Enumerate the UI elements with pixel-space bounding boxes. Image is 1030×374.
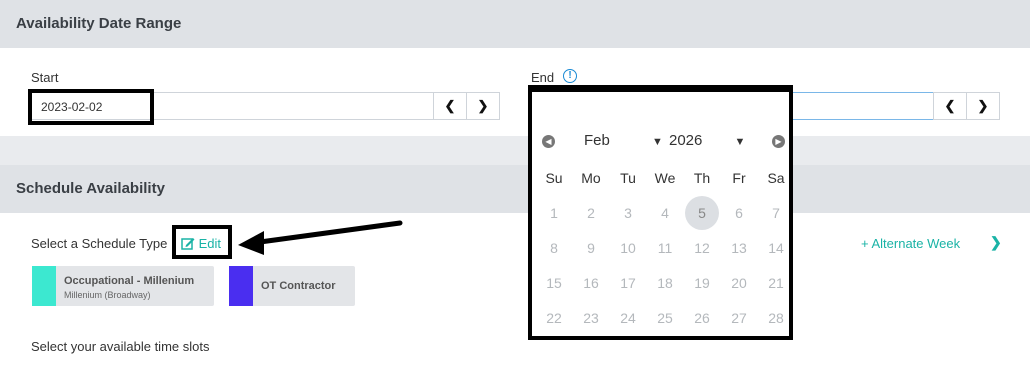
chevron-right-icon: ❯ <box>477 98 489 113</box>
type-color-swatch <box>229 266 253 306</box>
chevron-left-icon: ❮ <box>444 98 456 113</box>
calendar-day[interactable]: 14 <box>759 231 793 265</box>
dow-label: Mo <box>581 170 601 186</box>
calendar-day[interactable]: 9 <box>574 231 608 265</box>
end-prev-button[interactable]: ❮ <box>933 92 967 120</box>
chevron-left-icon: ❮ <box>944 98 956 113</box>
calendar-day[interactable]: 10 <box>611 231 645 265</box>
next-month-icon[interactable]: ▶ <box>772 135 785 148</box>
month-select[interactable]: Feb ▼ <box>584 132 663 149</box>
edit-link[interactable]: Edit <box>181 236 221 251</box>
schedule-type-card-occupational[interactable]: Occupational - Millenium Millenium (Broa… <box>32 266 214 306</box>
start-prev-button[interactable]: ❮ <box>433 92 467 120</box>
time-slots-label: Select your available time slots <box>31 339 210 354</box>
calendar-day[interactable]: 13 <box>722 231 756 265</box>
dow-label: Su <box>545 170 563 186</box>
date-range-header: Availability Date Range <box>0 0 1030 48</box>
calendar-day-today[interactable]: 5 <box>685 196 719 230</box>
calendar-day[interactable]: 26 <box>685 301 719 335</box>
date-range-panel: Start 2023-02-02 ❮ ❯ End ! ❮ ❯ <box>0 48 1030 136</box>
calendar-day[interactable]: 22 <box>537 301 571 335</box>
calendar-day[interactable]: 17 <box>611 266 645 300</box>
calendar-header: ◀ Feb ▼ 2026 ▼ ▶ <box>532 122 789 154</box>
start-label: Start <box>31 70 59 85</box>
chevron-down-icon: ▼ <box>652 136 663 148</box>
prev-month-icon[interactable]: ◀ <box>542 135 555 148</box>
year-select[interactable]: 2026 ▼ <box>669 132 745 149</box>
start-next-button[interactable]: ❯ <box>466 92 500 120</box>
schedule-panel: Select a Schedule Type Edit Occupational… <box>0 213 1030 374</box>
dow-label: Sa <box>767 170 785 186</box>
alternate-week-link[interactable]: + Alternate Week <box>861 236 960 251</box>
calendar-day[interactable]: 21 <box>759 266 793 300</box>
calendar-day[interactable]: 7 <box>759 196 793 230</box>
date-picker-popup: ◀ Feb ▼ 2026 ▼ ▶ Su Mo Tu We Th Fr Sa 1 … <box>528 88 793 340</box>
schedule-header: Schedule Availability <box>0 165 1030 213</box>
calendar-day[interactable]: 27 <box>722 301 756 335</box>
type-name: Occupational - Millenium <box>64 275 195 287</box>
chevron-right-icon: ❯ <box>977 98 989 113</box>
calendar-day[interactable]: 15 <box>537 266 571 300</box>
calendar-day[interactable]: 28 <box>759 301 793 335</box>
annotation-arrow-icon <box>238 220 403 255</box>
calendar-day[interactable]: 16 <box>574 266 608 300</box>
calendar-day[interactable]: 25 <box>648 301 682 335</box>
date-range-title: Availability Date Range <box>16 15 182 32</box>
calendar-day[interactable]: 3 <box>611 196 645 230</box>
type-color-swatch <box>32 266 56 306</box>
end-label: End <box>531 70 555 85</box>
dow-label: Fr <box>732 170 746 186</box>
calendar-day[interactable]: 19 <box>685 266 719 300</box>
calendar-day[interactable]: 20 <box>722 266 756 300</box>
calendar-day[interactable]: 4 <box>648 196 682 230</box>
chevron-right-icon[interactable]: ❯ <box>990 234 1002 251</box>
edit-icon <box>181 238 195 250</box>
calendar-day[interactable]: 12 <box>685 231 719 265</box>
calendar-day[interactable]: 1 <box>537 196 571 230</box>
type-subtitle: Millenium (Broadway) <box>64 290 151 300</box>
start-highlight-box <box>28 89 154 125</box>
end-next-button[interactable]: ❯ <box>966 92 1000 120</box>
calendar-day[interactable]: 8 <box>537 231 571 265</box>
calendar-day[interactable]: 18 <box>648 266 682 300</box>
calendar-day[interactable]: 6 <box>722 196 756 230</box>
calendar-day[interactable]: 2 <box>574 196 608 230</box>
calendar-day[interactable]: 24 <box>611 301 645 335</box>
select-type-label: Select a Schedule Type <box>31 236 168 251</box>
calendar-day[interactable]: 23 <box>574 301 608 335</box>
dow-label: Th <box>693 170 711 186</box>
calendar-day[interactable]: 11 <box>648 231 682 265</box>
dow-label: Tu <box>620 170 636 186</box>
schedule-type-card-ot-contractor[interactable]: OT Contractor <box>229 266 355 306</box>
chevron-down-icon: ▼ <box>734 136 746 148</box>
edit-label: Edit <box>198 236 222 251</box>
info-icon[interactable]: ! <box>563 69 577 83</box>
schedule-title: Schedule Availability <box>16 180 165 197</box>
type-name: OT Contractor <box>261 280 336 292</box>
dow-label: We <box>654 170 676 186</box>
